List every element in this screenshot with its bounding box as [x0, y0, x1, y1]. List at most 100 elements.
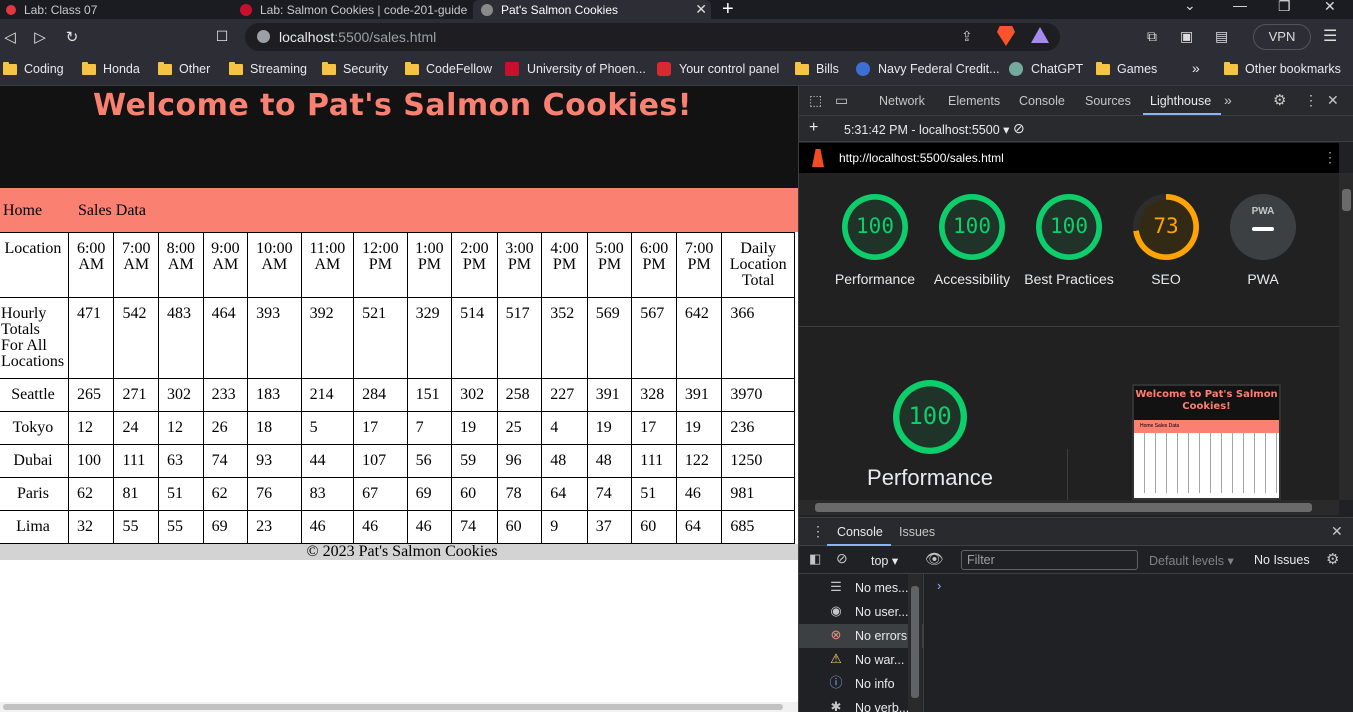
brave-shields-icon[interactable] [997, 26, 1015, 46]
report-menu-icon[interactable]: ⋮ [1323, 149, 1337, 166]
inspect-element-icon[interactable]: ⬚ [809, 92, 822, 109]
nav-home-link[interactable]: Home [3, 202, 42, 220]
folder-icon [1096, 61, 1110, 75]
log-levels-dropdown[interactable]: Default levels ▾ [1149, 553, 1234, 568]
sidebar-errors[interactable]: ⊗ No errors [799, 624, 924, 648]
drawer-tab-issues[interactable]: Issues [899, 525, 935, 539]
bookmarks-overflow-button[interactable]: » [1192, 60, 1200, 76]
score-gauge-performance[interactable]: 100 [842, 194, 908, 260]
report-vertical-scrollbar[interactable] [1339, 173, 1353, 500]
table-header-cell: 3:00 PM [496, 232, 543, 298]
bookmark-navy-federal[interactable]: Navy Federal Credit... [856, 62, 1000, 76]
bookmark-university[interactable]: University of Phoen... [505, 62, 646, 76]
drawer-tab-console[interactable]: Console [837, 525, 883, 539]
tab-lighthouse[interactable]: Lighthouse [1150, 94, 1211, 108]
sidebar-user-messages[interactable]: ◉ No user... [799, 600, 924, 624]
issues-count[interactable]: No Issues [1254, 553, 1310, 567]
thumbnail-nav: Home Sales Data [1134, 420, 1279, 433]
close-drawer-icon[interactable]: ✕ [1331, 523, 1343, 540]
table-cell: 19 [675, 411, 723, 445]
clear-console-icon[interactable]: ⊘ [836, 550, 848, 567]
sidebar-verbose[interactable]: ✱ No verb... [799, 696, 924, 712]
lighthouse-url-bar: http://localhost:5500/sales.html ⋮ [799, 143, 1339, 173]
menu-icon[interactable]: ☰ [1323, 26, 1337, 46]
score-gauge-best-practices[interactable]: 100 [1036, 194, 1102, 260]
bookmark-control-panel[interactable]: Your control panel [657, 62, 779, 76]
console-prompt-icon[interactable]: › [937, 578, 941, 593]
device-toolbar-icon[interactable]: ▭ [835, 92, 848, 109]
table-cell: 51 [158, 477, 204, 511]
sidebar-toggle-icon[interactable]: ◧ [809, 551, 821, 567]
sidebar-info[interactable]: ⓘ No info [799, 672, 924, 696]
table-cell: 62 [67, 477, 115, 511]
live-expression-icon[interactable]: 👁 [925, 550, 944, 568]
sidebar-icon[interactable]: ▣ [1180, 28, 1193, 45]
city-cell: Dubai [0, 444, 69, 478]
extensions-icon[interactable]: ⧉ [1147, 28, 1157, 45]
score-gauge-seo[interactable]: 73 [1133, 194, 1199, 260]
wallet-icon[interactable]: ▤ [1215, 28, 1228, 45]
bookmark-streaming[interactable]: Streaming [229, 61, 307, 76]
brave-rewards-icon[interactable] [1031, 27, 1049, 43]
bookmark-security[interactable]: Security [322, 61, 388, 76]
bookmark-coding[interactable]: Coding [3, 61, 64, 76]
close-devtools-icon[interactable]: ✕ [1327, 92, 1339, 109]
tab-elements[interactable]: Elements [948, 94, 1000, 108]
bookmark-bills[interactable]: Bills [795, 61, 839, 76]
sidebar-scrollbar[interactable] [908, 574, 922, 712]
table-cell: 64 [675, 510, 723, 544]
bookmark-codefellow[interactable]: CodeFellow [405, 61, 492, 76]
share-icon[interactable]: ⇪ [961, 28, 973, 45]
clear-reports-icon[interactable]: ⊘ [1013, 120, 1025, 137]
more-tabs-icon[interactable]: » [1224, 92, 1232, 108]
tab-search-icon[interactable]: ⌄ [1184, 0, 1196, 14]
scrollbar-thumb[interactable] [1342, 189, 1351, 211]
bookmark-chatgpt[interactable]: ChatGPT [1009, 62, 1083, 76]
more-options-icon[interactable]: ⋮ [1304, 92, 1318, 109]
sidebar-warnings[interactable]: ⚠ No war... [799, 648, 924, 672]
site-info-icon[interactable] [257, 30, 270, 43]
table-row: Dubai 100 111 63 74 93 44 107 56 59 96 48 48 111 122 12… [0, 444, 795, 478]
minimize-icon[interactable]: — [1233, 0, 1247, 13]
new-report-icon[interactable]: + [809, 119, 818, 137]
address-bar[interactable]: localhost:5500/sales.html ⇪ [245, 23, 1060, 51]
sidebar-messages[interactable]: ☰ No mes... [799, 576, 924, 600]
tab-code-201-guide[interactable]: Lab: Salmon Cookies | code-201-guide [240, 0, 470, 19]
report-horizontal-scrollbar[interactable] [799, 500, 1339, 515]
new-tab-icon[interactable]: + [722, 0, 734, 21]
console-settings-icon[interactable]: ⚙ [1326, 550, 1339, 568]
bookmark-games[interactable]: Games [1096, 61, 1157, 76]
back-icon[interactable]: ◁ [0, 28, 20, 46]
bookmark-honda[interactable]: Honda [82, 61, 140, 76]
drawer-menu-icon[interactable]: ⋮ [811, 523, 825, 540]
tab-lab-class-07[interactable]: Lab: Class 07 [6, 0, 231, 19]
tab-sources[interactable]: Sources [1085, 94, 1131, 108]
forward-icon[interactable]: ▷ [30, 28, 50, 46]
tab-network[interactable]: Network [879, 94, 925, 108]
console-filter-input[interactable]: Filter [961, 550, 1138, 570]
scrollbar-thumb[interactable] [911, 586, 919, 698]
other-bookmarks[interactable]: Other bookmarks [1224, 61, 1341, 76]
bookmarks-bar: Coding Honda Other Streaming Security Co… [0, 57, 1353, 86]
report-selector[interactable]: 5:31:42 PM - localhost:5500 ▾ [844, 122, 1009, 137]
table-cell: 32 [67, 510, 115, 544]
close-window-icon[interactable]: ✕ [1324, 0, 1336, 15]
nav-sales-link[interactable]: Sales Data [78, 202, 146, 220]
scrollbar-thumb[interactable] [3, 704, 783, 710]
score-gauge-accessibility[interactable]: 100 [939, 194, 1005, 260]
maximize-icon[interactable]: ❐ [1278, 0, 1291, 15]
vpn-button[interactable]: VPN [1253, 24, 1311, 50]
reload-icon[interactable]: ↻ [62, 28, 82, 46]
scrollbar-thumb[interactable] [815, 503, 1312, 512]
context-selector[interactable]: top ▾ [871, 553, 898, 568]
bookmark-other[interactable]: Other [158, 61, 210, 76]
tab-pats-salmon-cookies[interactable]: Pat's Salmon Cookies ✕ [473, 0, 711, 19]
tab-close-icon[interactable]: ✕ [695, 1, 707, 18]
page-horizontal-scrollbar[interactable] [0, 702, 798, 712]
url-text[interactable]: localhost:5500/sales.html [279, 29, 436, 45]
tab-console[interactable]: Console [1019, 94, 1065, 108]
bookmark-icon[interactable]: ☐ [212, 28, 232, 45]
page-screenshot-thumbnail[interactable]: Welcome to Pat's Salmon Cookies! Home Sa… [1132, 384, 1281, 500]
score-gauge-pwa[interactable]: PWA [1230, 194, 1296, 260]
settings-icon[interactable]: ⚙ [1273, 91, 1286, 109]
